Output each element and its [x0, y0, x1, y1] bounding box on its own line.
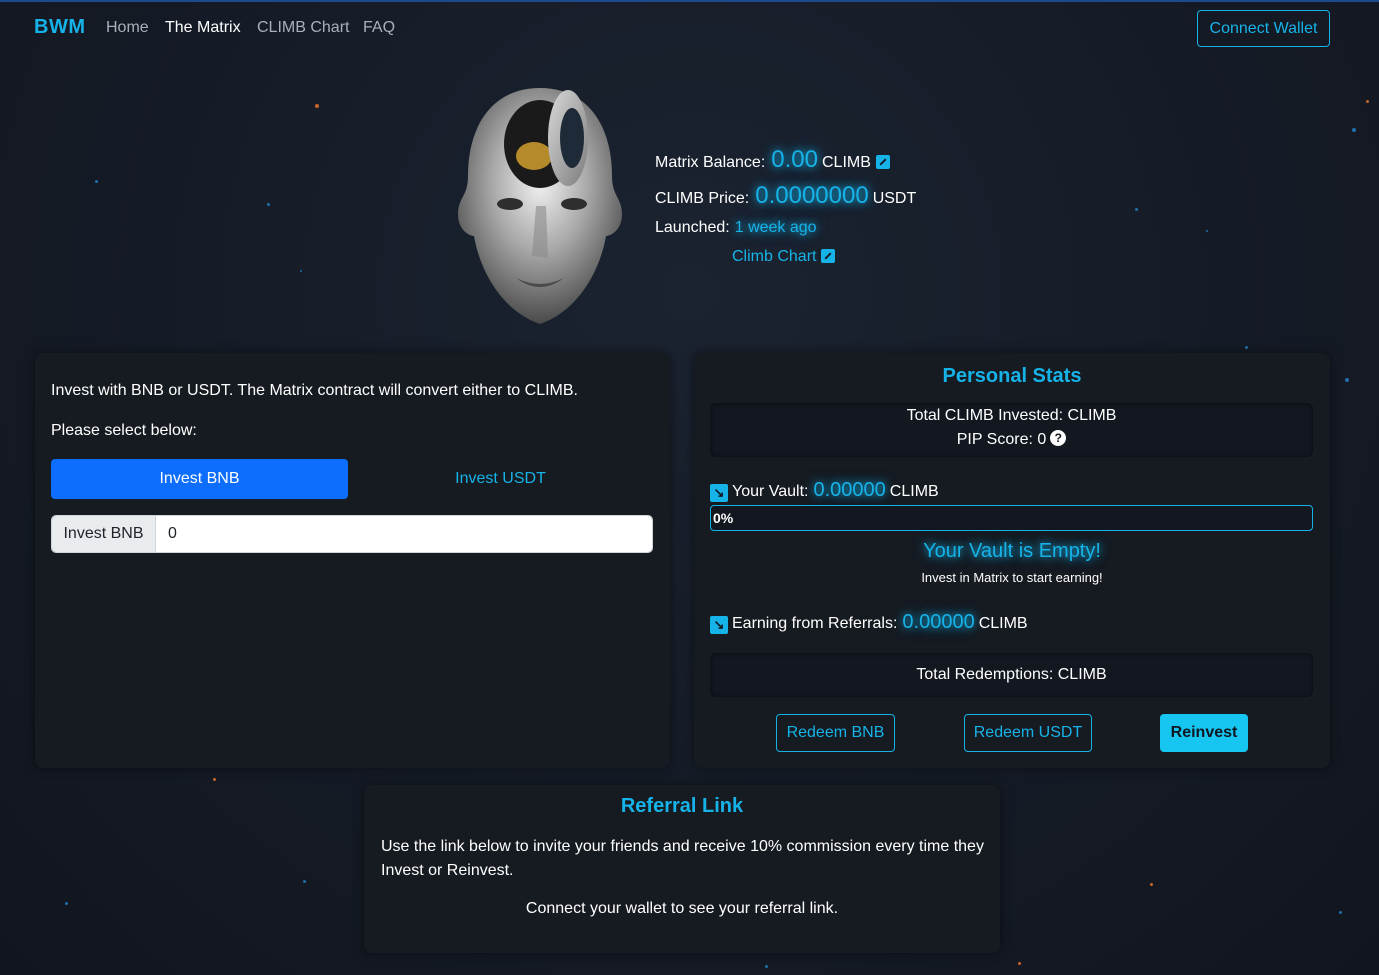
- external-link-icon[interactable]: [875, 155, 890, 169]
- invest-panel: Invest with BNB or USDT. The Matrix cont…: [35, 353, 670, 768]
- referrals-value: 0.00000: [902, 611, 975, 633]
- nav-link-climb-chart[interactable]: CLIMB Chart: [257, 19, 349, 37]
- arrow-down-right-icon: ↘: [710, 616, 728, 634]
- vault-unit: CLIMB: [889, 483, 939, 500]
- star: [95, 180, 98, 183]
- pip-score-row: PIP Score: 0?: [710, 430, 1313, 449]
- invest-intro-text: Invest with BNB or USDT. The Matrix cont…: [51, 382, 578, 399]
- vault-label: Your Vault:: [732, 483, 809, 500]
- vault-value: 0.00000: [813, 479, 886, 501]
- star: [300, 270, 302, 272]
- star: [1150, 883, 1153, 886]
- tab-invest-bnb[interactable]: Invest BNB: [51, 459, 348, 499]
- star: [1245, 346, 1248, 349]
- climb-chart-row: Climb Chart: [732, 247, 836, 266]
- arrow-down-right-icon: ↘: [710, 484, 728, 502]
- referral-title: Referral Link: [620, 795, 744, 817]
- reinvest-button[interactable]: Reinvest: [1160, 714, 1248, 752]
- launched-row: Launched: 1 week ago: [655, 219, 817, 237]
- launched-label: Launched:: [655, 219, 730, 236]
- tab-invest-usdt[interactable]: Invest USDT: [352, 459, 649, 499]
- nav-link-the-matrix[interactable]: The Matrix: [165, 19, 241, 37]
- referral-connect-prompt[interactable]: Connect your wallet to see your referral…: [364, 900, 1000, 918]
- nav-link-home[interactable]: Home: [106, 19, 149, 37]
- vault-empty-title: Your Vault is Empty!: [694, 540, 1330, 563]
- star: [1352, 128, 1356, 132]
- brand-logo[interactable]: BWM: [34, 16, 85, 39]
- vault-progress-bar: 0%: [710, 505, 1313, 531]
- redemptions-box: Total Redemptions: CLIMB: [710, 653, 1313, 697]
- matrix-balance-value: 0.00: [771, 146, 818, 173]
- total-climb-invested: Total CLIMB Invested: CLIMB: [906, 407, 1117, 424]
- star: [1345, 378, 1349, 382]
- star: [1135, 208, 1138, 211]
- star: [765, 965, 768, 968]
- total-redemptions: Total Redemptions: CLIMB: [916, 666, 1107, 683]
- referrals-unit: CLIMB: [978, 615, 1028, 632]
- matrix-balance-unit: CLIMB: [821, 154, 871, 171]
- referrals-label: Earning from Referrals:: [732, 615, 898, 632]
- vault-empty-title-text: Your Vault is Empty!: [923, 540, 1101, 562]
- climb-price-unit: USDT: [872, 190, 917, 207]
- nav-link-faq[interactable]: FAQ: [363, 19, 395, 37]
- climb-price-row: CLIMB Price: 0.0000000 USDT: [655, 182, 916, 210]
- star: [315, 104, 319, 108]
- referrals-row: ↘ Earning from Referrals: 0.00000 CLIMB: [710, 611, 1028, 634]
- help-question-icon[interactable]: ?: [1050, 430, 1067, 446]
- connect-wallet-button[interactable]: Connect Wallet: [1197, 10, 1330, 47]
- climb-price-label: CLIMB Price:: [655, 190, 750, 207]
- star: [267, 203, 270, 206]
- vault-empty-subtitle: Invest in Matrix to start earning!: [921, 570, 1103, 585]
- star: [1339, 911, 1342, 914]
- vault-progress-label: 0%: [713, 510, 734, 526]
- launched-value: 1 week ago: [734, 219, 817, 236]
- invest-select-prompt: Please select below:: [51, 422, 197, 439]
- personal-stats-panel: Personal Stats Total CLIMB Invested: CLI…: [694, 353, 1330, 768]
- external-link-icon[interactable]: [821, 249, 836, 263]
- star: [1366, 100, 1369, 103]
- star: [213, 778, 216, 781]
- invested-summary-box: Total CLIMB Invested: CLIMB PIP Score: 0…: [710, 403, 1313, 457]
- invest-bnb-amount-input[interactable]: [156, 516, 652, 552]
- star: [1018, 962, 1021, 965]
- matrix-balance-label: Matrix Balance:: [655, 154, 766, 171]
- personal-stats-title: Personal Stats: [942, 365, 1082, 387]
- vault-row: ↘ Your Vault: 0.00000 CLIMB: [710, 479, 939, 502]
- chrome-head-image: [458, 88, 622, 324]
- redeem-usdt-button[interactable]: Redeem USDT: [964, 714, 1092, 752]
- star: [303, 880, 306, 883]
- climb-price-value: 0.0000000: [755, 182, 869, 209]
- invest-bnb-input-label: Invest BNB: [52, 516, 156, 552]
- climb-chart-link[interactable]: Climb Chart: [732, 248, 816, 266]
- referral-panel: Referral Link Use the link below to invi…: [364, 785, 1000, 953]
- matrix-balance-row: Matrix Balance: 0.00 CLIMB: [655, 146, 890, 174]
- star: [65, 902, 68, 905]
- star: [1206, 230, 1208, 232]
- referral-description: Use the link below to invite your friend…: [381, 838, 984, 879]
- pip-score: PIP Score: 0: [956, 431, 1047, 448]
- redeem-bnb-button[interactable]: Redeem BNB: [776, 714, 895, 752]
- navbar: BWM Home The Matrix CLIMB Chart FAQ Conn…: [0, 0, 1379, 58]
- invest-bnb-input-group: Invest BNB: [51, 515, 653, 553]
